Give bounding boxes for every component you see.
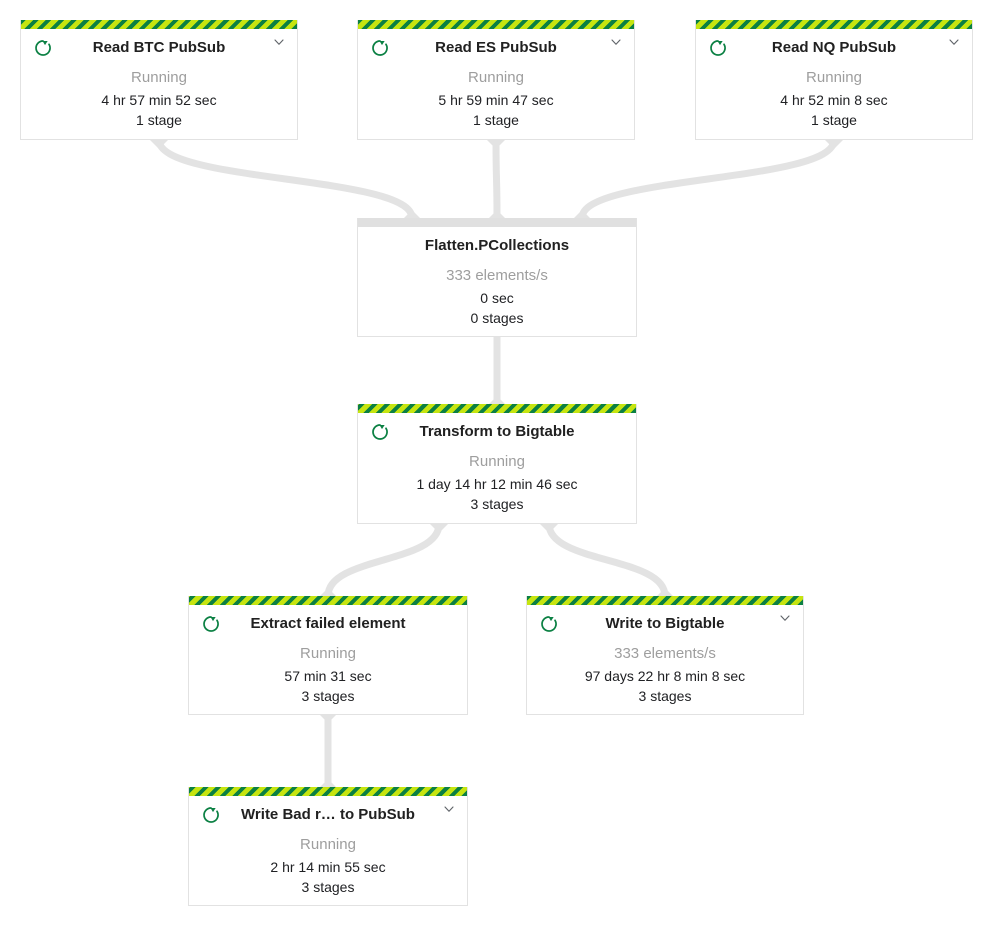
node-write-bad-records-to-pubsub[interactable]: Write Bad r… to PubSub Running 2 hr 14 min… [188,787,468,906]
edge-nq-to-flatten [578,139,838,219]
chevron-down-icon[interactable] [271,34,287,50]
running-refresh-icon [708,38,728,58]
node-status-text: 333 elements/s [614,645,716,662]
node-title: Read ES PubSub [435,39,557,56]
running-refresh-icon [201,614,221,634]
node-status-stripe [358,404,636,413]
edge-endcap-nq-to-flatten [574,210,590,218]
edge-arrowhead-transform-to-extract [430,524,448,533]
running-refresh-icon [201,805,221,825]
node-elapsed-time: 4 hr 52 min 8 sec [780,92,888,108]
node-header: Transform to Bigtable [358,416,636,448]
node-status-stripe [21,20,297,29]
node-transform-to-bigtable[interactable]: Transform to Bigtable Running 1 day 14 hr … [357,404,637,524]
edge-arrowhead-btc-to-flatten [150,140,168,149]
node-elapsed-time: 97 days 22 hr 8 min 8 sec [584,668,746,684]
node-stage-count: 3 stages [301,879,355,895]
node-stage-count: 1 stage [473,112,519,128]
node-status-stripe [527,596,803,605]
node-title: Extract failed element [250,615,406,632]
edge-endcap-transform-to-extract [320,588,336,596]
job-graph-canvas: Read BTC PubSub Running 4 hr 57 min 52 sec… [0,0,1000,930]
node-status-stripe [189,596,467,605]
node-status-stripe [696,20,972,29]
node-flatten-pcollections[interactable]: Flatten.PCollections 333 elements/s 0 sec 0… [357,218,637,337]
edge-arrowhead-extract-to-write-ps [319,714,337,723]
edge-endcap-btc-to-flatten [404,210,420,218]
edge-btc-to-flatten [155,139,416,219]
node-stage-count: 1 stage [811,112,857,128]
chevron-down-icon[interactable] [608,34,624,50]
node-stage-count: 0 stages [470,310,524,326]
edge-endcap-extract-to-write-ps [320,779,336,787]
node-header: Read BTC PubSub [21,32,297,64]
edge-transform-to-extract [324,523,443,597]
node-title: Transform to Bigtable [419,423,575,440]
chevron-down-icon[interactable] [946,34,962,50]
node-read-btc-pubsub[interactable]: Read BTC PubSub Running 4 hr 57 min 52 sec… [20,20,298,140]
node-status-stripe [358,20,634,29]
node-status-text: Running [131,69,187,86]
chevron-down-icon[interactable] [777,610,793,626]
node-title: Write to Bigtable [605,615,725,632]
chevron-down-icon[interactable] [441,801,457,817]
node-title: Write Bad r… to PubSub [241,806,415,823]
node-header: Read NQ PubSub [696,32,972,64]
node-status-text: Running [469,453,525,470]
node-elapsed-time: 4 hr 57 min 52 sec [101,92,217,108]
node-title: Read NQ PubSub [771,39,897,56]
running-refresh-icon [539,614,559,634]
node-stage-count: 1 stage [136,112,182,128]
edge-arrowhead-transform-to-write-bt [540,524,558,533]
edge-arrowhead-es-to-flatten [487,140,505,149]
node-read-es-pubsub[interactable]: Read ES PubSub Running 5 hr 59 min 47 sec 1… [357,20,635,140]
node-title: Flatten.PCollections [424,237,570,254]
node-elapsed-time: 1 day 14 hr 12 min 46 sec [416,476,578,492]
node-elapsed-time: 57 min 31 sec [284,668,372,684]
node-status-text: Running [806,69,862,86]
edge-arrowhead-nq-to-flatten [825,140,843,149]
node-elapsed-time: 2 hr 14 min 55 sec [270,859,386,875]
running-refresh-icon [33,38,53,58]
node-header: Write to Bigtable [527,608,803,640]
node-header: Extract failed element [189,608,467,640]
node-stage-count: 3 stages [638,688,692,704]
edge-transform-to-write-bt [545,523,669,597]
node-elapsed-time: 0 sec [480,290,514,306]
node-status-text: 333 elements/s [446,267,548,284]
node-title: Read BTC PubSub [92,39,226,56]
edge-es-to-flatten [492,139,501,219]
node-stage-count: 3 stages [301,688,355,704]
edge-endcap-transform-to-write-bt [657,588,673,596]
node-status-stripe [189,787,467,796]
node-elapsed-time: 5 hr 59 min 47 sec [438,92,554,108]
node-status-text: Running [468,69,524,86]
node-read-nq-pubsub[interactable]: Read NQ PubSub Running 4 hr 52 min 8 sec 1 … [695,20,973,140]
edge-endcap-es-to-flatten [489,210,505,218]
node-status-text: Running [300,645,356,662]
node-extract-failed-element[interactable]: Extract failed element Running 57 min 31 s… [188,596,468,715]
edge-endcap-flatten-to-transform [489,396,505,404]
node-header-bar [358,218,636,227]
node-header: Write Bad r… to PubSub [189,799,467,831]
running-refresh-icon [370,422,390,442]
node-stage-count: 3 stages [470,496,524,512]
running-refresh-icon [370,38,390,58]
node-status-text: Running [300,836,356,853]
node-write-to-bigtable[interactable]: Write to Bigtable 333 elements/s 97 days 2… [526,596,804,715]
node-header: Flatten.PCollections [358,230,636,262]
node-header: Read ES PubSub [358,32,634,64]
